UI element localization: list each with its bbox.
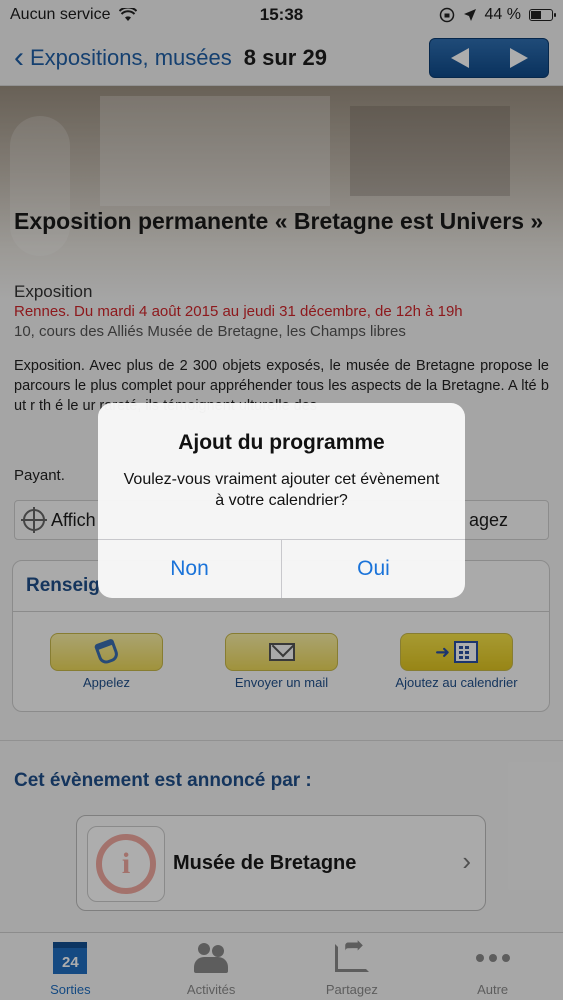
confirm-button[interactable]: Oui	[282, 540, 465, 598]
confirm-dialog: Ajout du programme Voulez-vous vraiment …	[98, 403, 465, 598]
dialog-title: Ajout du programme	[178, 431, 385, 454]
dialog-message: Voulez-vous vraiment ajouter cet évèneme…	[123, 471, 440, 509]
cancel-button[interactable]: Non	[98, 540, 281, 598]
